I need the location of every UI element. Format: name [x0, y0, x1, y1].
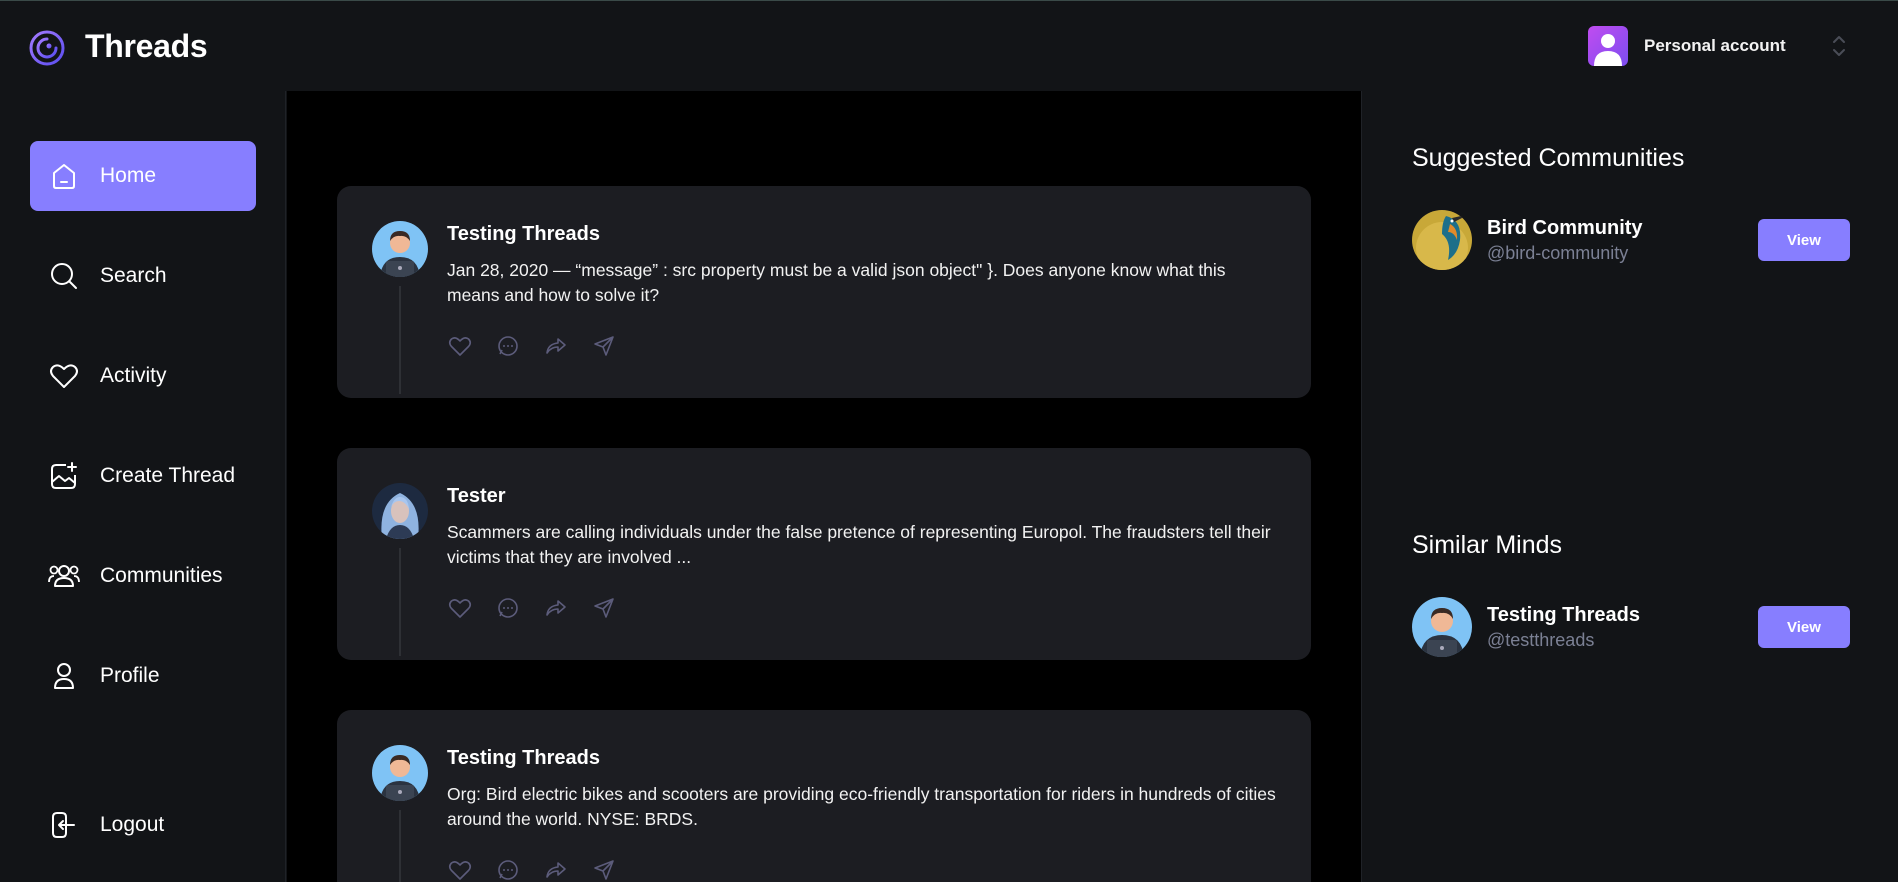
thread-connector-line [399, 286, 401, 394]
home-icon [48, 160, 80, 192]
thread-text: Jan 28, 2020 — “message” : src property … [447, 260, 1226, 305]
sidebar-item-home[interactable]: Home [30, 141, 256, 211]
repost-share-icon[interactable] [543, 333, 569, 359]
thread-author[interactable]: Testing Threads [447, 747, 600, 770]
user-silhouette-icon [1594, 34, 1622, 66]
community-handle: @bird-community [1487, 243, 1629, 263]
search-icon [48, 260, 80, 292]
thread-actions [447, 333, 617, 359]
top-bar: Threads Personal account [0, 1, 1898, 91]
thread-author[interactable]: Testing Threads [447, 223, 600, 246]
sidebar-item-label: Activity [100, 364, 167, 387]
thread-card[interactable]: Testing Threads Jan 28, 2020 — “message”… [337, 186, 1311, 398]
thread-card[interactable]: Tester Scammers are calling individuals … [337, 448, 1311, 660]
view-user-button[interactable]: View [1758, 606, 1850, 648]
brand-title[interactable]: Threads [85, 28, 208, 65]
sidebar-item-label: Home [100, 164, 157, 187]
repost-share-icon[interactable] [543, 857, 569, 882]
like-heart-icon[interactable] [447, 333, 473, 359]
sidebar-item-label: Profile [100, 664, 160, 687]
image-plus-icon [48, 460, 80, 492]
thread-author[interactable]: Tester [447, 485, 506, 508]
community-suggestion: Bird Community @bird-community View [1412, 210, 1852, 272]
right-sidebar: Suggested Communities Bird Community @bi… [1361, 91, 1898, 882]
thread-actions [447, 857, 617, 882]
sidebar-item-activity[interactable]: Activity [30, 341, 256, 411]
author-avatar[interactable] [372, 745, 428, 801]
thread-actions [447, 595, 617, 621]
user-suggestion: Testing Threads @testthreads View [1412, 597, 1852, 659]
send-icon[interactable] [591, 595, 617, 621]
user-icon [48, 660, 80, 692]
similar-minds-title: Similar Minds [1412, 531, 1563, 559]
community-name[interactable]: Bird Community [1487, 217, 1643, 240]
reply-comment-icon[interactable] [495, 857, 521, 882]
sidebar-item-communities[interactable]: Communities [30, 541, 256, 611]
author-avatar[interactable] [372, 221, 428, 277]
repost-share-icon[interactable] [543, 595, 569, 621]
left-sidebar: Home Search Activity Create Thread Commu… [0, 91, 286, 882]
like-heart-icon[interactable] [447, 857, 473, 882]
account-label[interactable]: Personal account [1644, 36, 1786, 56]
thread-text: Scammers are calling individuals under t… [447, 522, 1271, 567]
thread-card[interactable]: Testing Threads Org: Bird electric bikes… [337, 710, 1311, 882]
send-icon[interactable] [591, 333, 617, 359]
thread-connector-line [399, 548, 401, 656]
sidebar-item-label: Search [100, 264, 167, 287]
users-icon [48, 560, 80, 592]
sidebar-item-create-thread[interactable]: Create Thread [30, 441, 256, 511]
author-avatar[interactable] [372, 483, 428, 539]
suggested-communities-title: Suggested Communities [1412, 144, 1685, 172]
logout-button[interactable]: Logout [30, 790, 256, 860]
logout-label: Logout [100, 813, 165, 836]
heart-icon [48, 360, 80, 392]
community-avatar[interactable] [1412, 210, 1472, 270]
sidebar-item-profile[interactable]: Profile [30, 641, 256, 711]
thread-text: Org: Bird electric bikes and scooters ar… [447, 784, 1276, 829]
thread-feed: Testing Threads Jan 28, 2020 — “message”… [287, 91, 1361, 882]
sidebar-item-label: Create Thread [100, 464, 236, 487]
user-handle: @testthreads [1487, 630, 1595, 650]
logout-icon [48, 809, 80, 841]
reply-comment-icon[interactable] [495, 595, 521, 621]
account-switch-chevrons-icon[interactable] [1830, 33, 1848, 59]
sidebar-item-label: Communities [100, 564, 223, 587]
user-name[interactable]: Testing Threads [1487, 604, 1640, 627]
threads-logo-icon[interactable] [28, 29, 66, 67]
account-avatar[interactable] [1588, 26, 1628, 66]
user-avatar[interactable] [1412, 597, 1472, 657]
thread-connector-line [399, 810, 401, 882]
view-community-button[interactable]: View [1758, 219, 1850, 261]
sidebar-item-search[interactable]: Search [30, 241, 256, 311]
send-icon[interactable] [591, 857, 617, 882]
like-heart-icon[interactable] [447, 595, 473, 621]
reply-comment-icon[interactable] [495, 333, 521, 359]
